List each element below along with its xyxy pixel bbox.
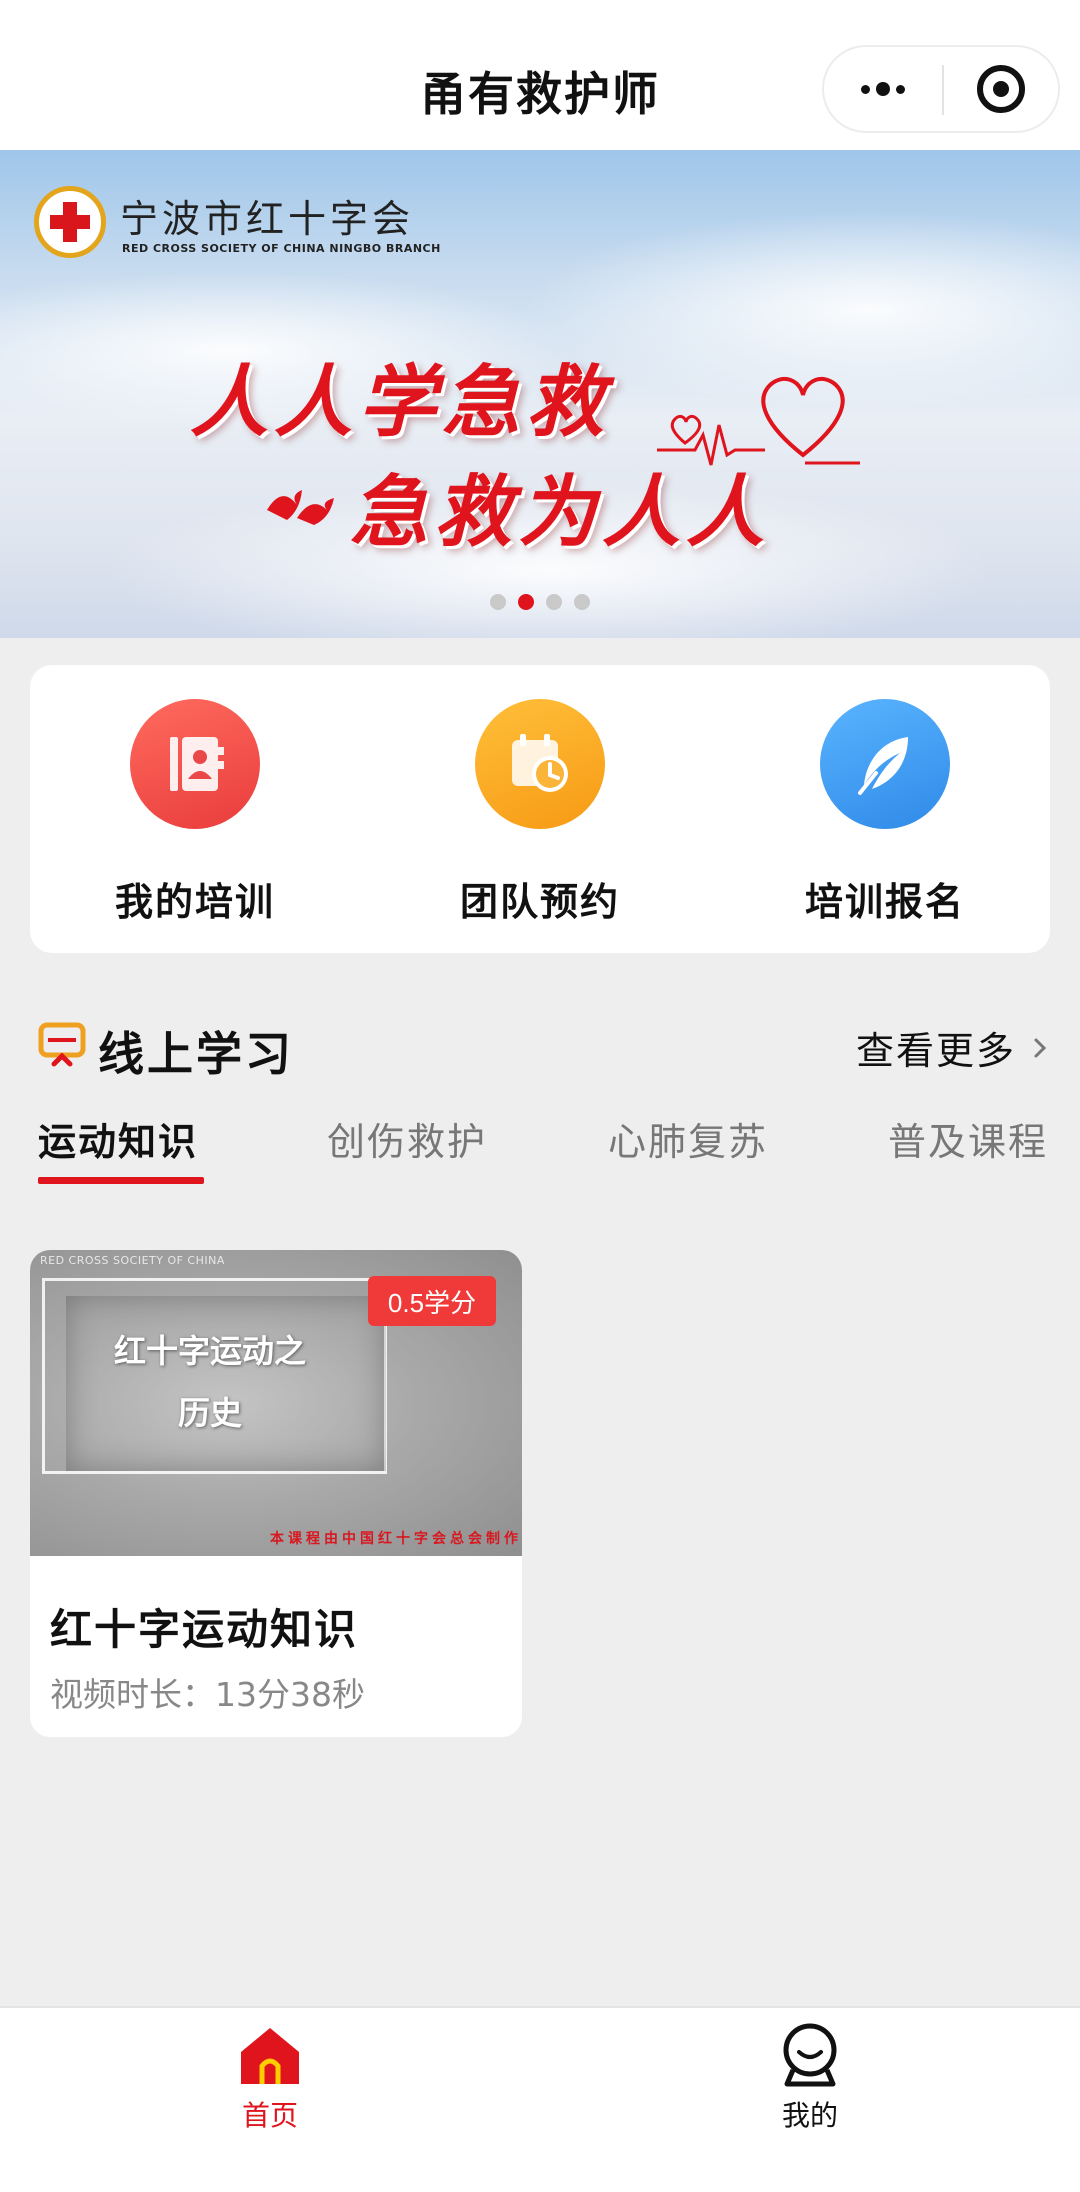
tab-sports-knowledge[interactable]: 运动知识 bbox=[38, 1111, 198, 1166]
more-dots-icon bbox=[861, 82, 905, 96]
target-circle-icon bbox=[977, 65, 1025, 113]
see-more-label: 查看更多 bbox=[855, 1029, 1016, 1073]
course-duration: 视频时长：13分38秒 bbox=[50, 1675, 365, 1714]
see-more-link[interactable]: 查看更多 bbox=[856, 1020, 1052, 1075]
credit-badge: 0.5学分 bbox=[368, 1276, 496, 1326]
quick-menu-label: 我的培训 bbox=[114, 880, 275, 924]
tabbar-label: 首页 bbox=[241, 2099, 298, 2132]
training-book-icon bbox=[130, 699, 260, 829]
carousel-dot[interactable] bbox=[574, 594, 590, 610]
team-booking-button[interactable]: 团队预约 bbox=[410, 665, 670, 953]
carousel-indicator bbox=[0, 594, 1080, 610]
course-title: 红十字运动知识 bbox=[50, 1605, 359, 1654]
monitor-icon bbox=[38, 1022, 86, 1067]
bottom-tab-bar: 首页 我的 bbox=[0, 2006, 1080, 2192]
quick-menu-label: 团队预约 bbox=[459, 880, 620, 924]
chevron-right-icon bbox=[1034, 1038, 1047, 1057]
heartbeat-heart-icon bbox=[657, 376, 860, 466]
section-title: 线上学习 bbox=[98, 1027, 294, 1081]
carousel-dot[interactable] bbox=[546, 594, 562, 610]
tab-trauma-rescue[interactable]: 创伤救护 bbox=[327, 1111, 487, 1166]
tabbar-profile[interactable]: 我的 bbox=[660, 2022, 960, 2142]
category-tabs: 运动知识 创伤救护 心肺复苏 普及课程 bbox=[0, 1105, 1080, 1185]
org-name-en: RED CROSS SOCIETY OF CHINA NINGBO BRANCH bbox=[122, 242, 441, 255]
calendar-clock-icon bbox=[475, 699, 605, 829]
doves-icon bbox=[267, 490, 334, 525]
banner-carousel[interactable]: 宁波市红十字会 RED CROSS SOCIETY OF CHINA NINGB… bbox=[0, 150, 1080, 638]
carousel-dot-active[interactable] bbox=[518, 594, 534, 610]
online-learning-header: 线上学习 查看更多 bbox=[38, 1012, 1052, 1082]
course-card[interactable]: RED CROSS SOCIETY OF CHINA 红十字运动之 历史 本课程… bbox=[30, 1250, 522, 1737]
carousel-dot[interactable] bbox=[490, 594, 506, 610]
course-thumbnail: RED CROSS SOCIETY OF CHINA 红十字运动之 历史 本课程… bbox=[30, 1250, 522, 1556]
quick-menu-label: 培训报名 bbox=[804, 880, 965, 924]
mini-program-header: 甬有救护师 bbox=[0, 0, 1080, 150]
tab-popular-courses[interactable]: 普及课程 bbox=[888, 1111, 1048, 1166]
thumb-footer: 本课程由中国红十字会总会制作 bbox=[270, 1531, 522, 1547]
profile-icon bbox=[783, 2023, 837, 2087]
my-training-button[interactable]: 我的培训 bbox=[65, 665, 325, 953]
close-button[interactable] bbox=[944, 47, 1058, 131]
org-name: 宁波市红十字会 bbox=[120, 199, 415, 241]
home-icon bbox=[241, 2028, 299, 2084]
capsule-menu bbox=[822, 45, 1060, 133]
feather-pen-icon bbox=[820, 699, 950, 829]
thumb-title: 红十字运动之 历史 bbox=[113, 1332, 306, 1432]
active-tab-indicator bbox=[38, 1177, 204, 1184]
tabbar-home[interactable]: 首页 bbox=[120, 2022, 420, 2142]
quick-menu-card: 我的培训 团队预约 培训报名 bbox=[30, 665, 1050, 953]
training-signup-button[interactable]: 培训报名 bbox=[755, 665, 1015, 953]
tabbar-label: 我的 bbox=[781, 2099, 838, 2132]
slogan-line1: 人人学急救 bbox=[190, 357, 611, 448]
more-button[interactable] bbox=[824, 47, 942, 131]
tab-cpr[interactable]: 心肺复苏 bbox=[608, 1111, 768, 1166]
thumb-top-text: RED CROSS SOCIETY OF CHINA bbox=[40, 1254, 225, 1267]
red-cross-logo-icon bbox=[34, 186, 106, 258]
